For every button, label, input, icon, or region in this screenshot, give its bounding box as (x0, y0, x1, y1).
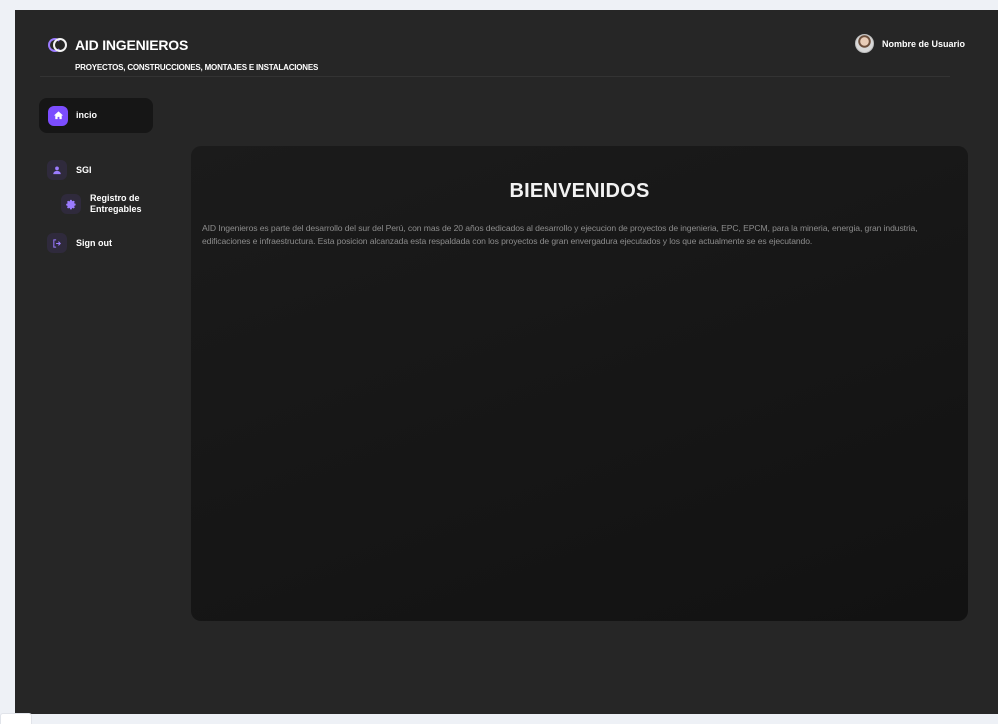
home-icon (48, 105, 68, 126)
page-bottom (15, 714, 998, 724)
avatar[interactable] (854, 34, 874, 53)
sign-out-icon (47, 233, 67, 253)
welcome-text: AID Ingenieros es parte del desarrollo d… (202, 223, 918, 246)
page-title: BIENVENIDOS (509, 180, 650, 202)
user-name[interactable]: Nombre de Usuario (882, 39, 965, 49)
sidebar-item-inicio[interactable]: incio (39, 98, 153, 133)
gear-icon (61, 194, 81, 214)
welcome-panel: BIENVENIDOS AID Ingenieros es parte del … (191, 146, 968, 621)
user-icon (47, 160, 67, 180)
aid-logo-icon (47, 36, 67, 54)
brand[interactable]: AID INGENIEROS (47, 36, 188, 54)
sidebar-item-label: Sign out (76, 237, 112, 248)
corner-tab[interactable] (0, 713, 32, 724)
sidebar-item-label: Registro de Entregables (90, 193, 142, 214)
sidebar-item-label: SGI (76, 164, 92, 175)
brand-title: AID INGENIEROS (75, 37, 189, 53)
sidebar-item-sign-out[interactable]: Sign out (47, 233, 112, 253)
header-divider (40, 76, 950, 77)
user-menu[interactable]: Nombre de Usuario (854, 34, 965, 53)
brand-subtitle: PROYECTOS, CONSTRUCCIONES, MONTAJES E IN… (75, 63, 319, 72)
app-frame: AID INGENIEROS PROYECTOS, CONSTRUCCIONES… (15, 10, 998, 714)
sidebar-item-registro-entregables[interactable]: Registro de Entregables (61, 193, 146, 215)
sidebar-item-sgi[interactable]: SGI (47, 160, 92, 180)
sidebar-item-label: incio (76, 110, 98, 120)
